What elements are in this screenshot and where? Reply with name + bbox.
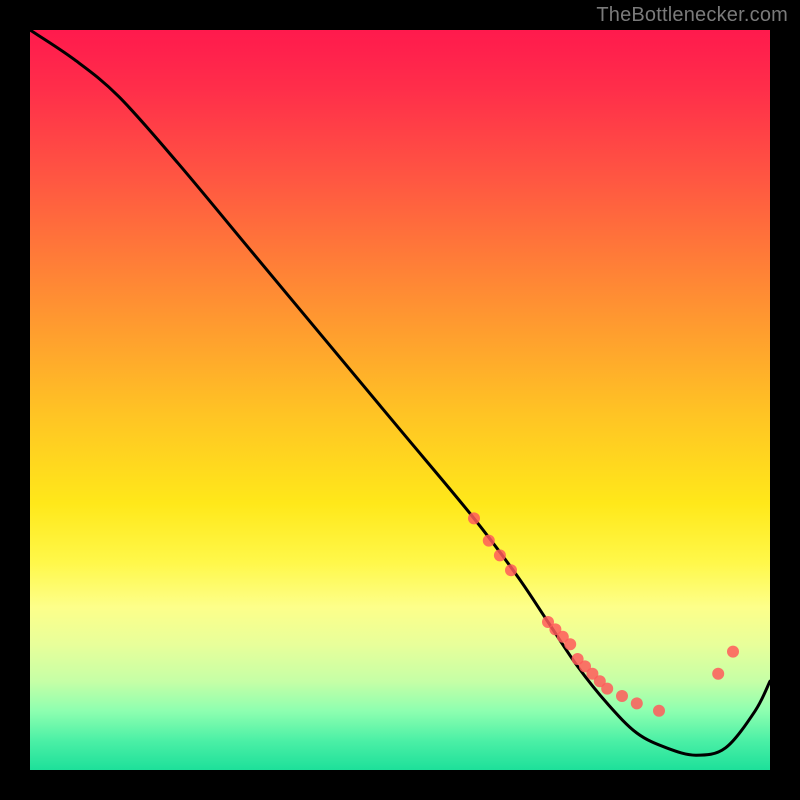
plot-area: [30, 30, 770, 770]
highlight-marker: [653, 705, 665, 717]
attribution-label: TheBottlenecker.com: [596, 4, 788, 27]
highlight-marker: [727, 646, 739, 658]
highlight-marker: [494, 549, 506, 561]
highlight-marker: [616, 690, 628, 702]
highlight-markers: [468, 512, 739, 716]
chart-frame: TheBottlenecker.com: [0, 0, 800, 800]
bottleneck-curve-path: [30, 30, 770, 755]
chart-svg: [30, 30, 770, 770]
highlight-marker: [631, 697, 643, 709]
highlight-marker: [564, 638, 576, 650]
highlight-marker: [601, 683, 613, 695]
highlight-marker: [468, 512, 480, 524]
highlight-marker: [712, 668, 724, 680]
highlight-marker: [505, 564, 517, 576]
highlight-marker: [483, 535, 495, 547]
